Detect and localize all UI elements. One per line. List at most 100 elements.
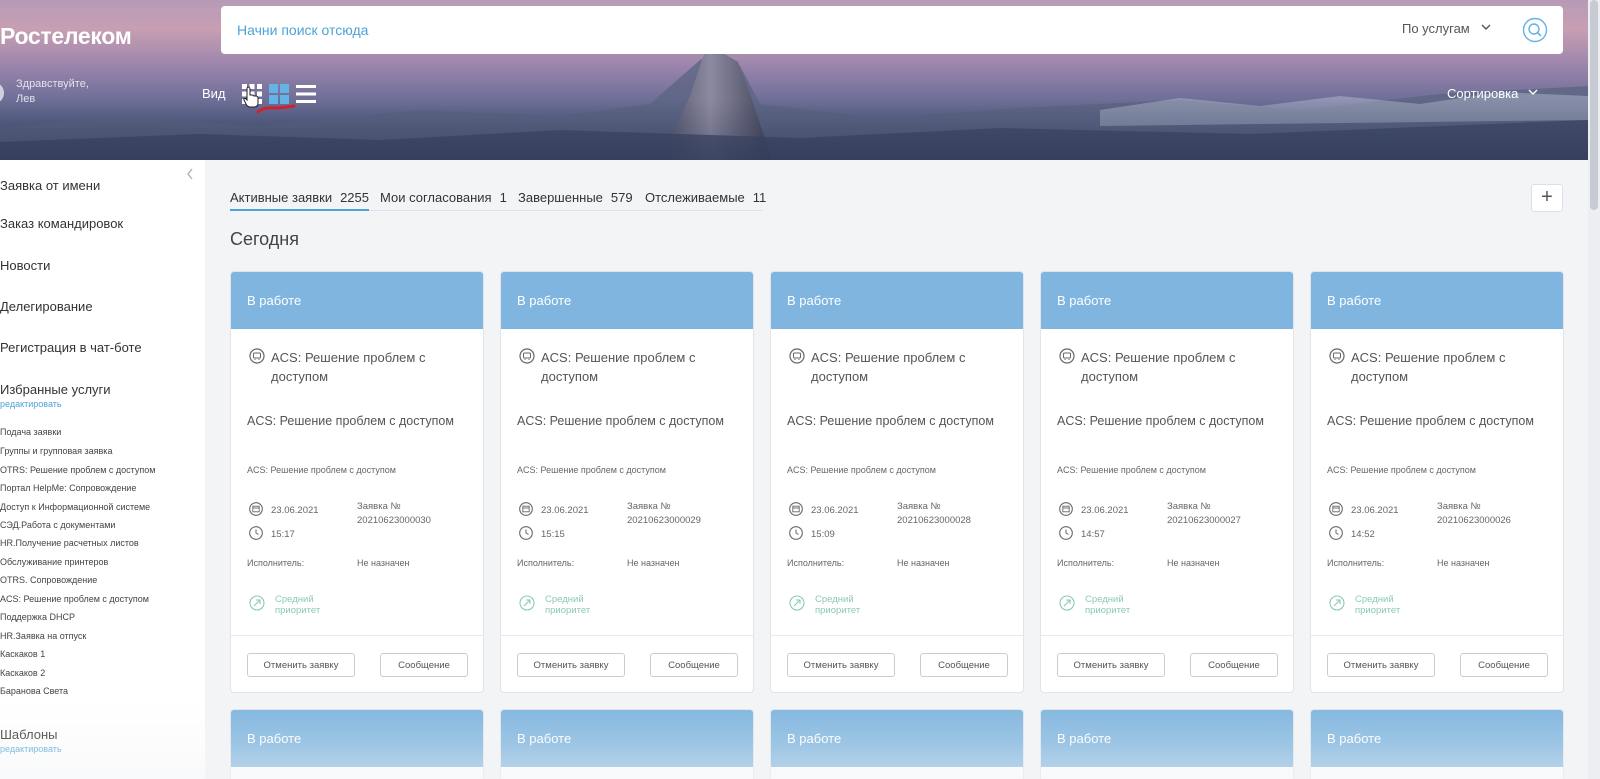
sidebar-item-request-on-behalf[interactable]: Заявка от имени <box>0 178 100 193</box>
sidebar-item-delegation[interactable]: Делегирование <box>0 299 93 314</box>
favorite-item[interactable]: Обслуживание принтеров <box>0 557 108 567</box>
message-button[interactable]: Сообщение <box>920 653 1008 677</box>
favorite-item[interactable]: Каскаков 2 <box>0 668 45 678</box>
card-service-name[interactable]: ACS: Решение проблем с доступом <box>541 348 741 386</box>
request-card[interactable]: В работе <box>230 709 484 779</box>
message-button[interactable]: Сообщение <box>650 653 738 677</box>
search-icon[interactable] <box>1522 17 1548 43</box>
card-status-header: В работе <box>231 272 483 329</box>
sort-button[interactable]: Сортировка <box>1447 86 1518 101</box>
card-status: В работе <box>1327 293 1382 308</box>
request-card[interactable]: В работе <box>770 709 1024 779</box>
card-number: 20210623000030 <box>357 515 431 526</box>
favorite-item[interactable]: HR.Получение расчетных листов <box>0 538 139 548</box>
request-card[interactable]: В работе ACS: Решение проблем с доступом… <box>230 271 484 693</box>
card-request-description: ACS: Решение проблем с доступом <box>1327 465 1476 475</box>
card-executor-label: Исполнитель: <box>1327 558 1385 568</box>
favorite-item[interactable]: Доступ к Информационной системе <box>0 502 150 512</box>
card-priority: Средний приоритет <box>815 594 861 616</box>
calendar-icon <box>249 502 263 516</box>
card-time: 14:57 <box>1081 529 1105 540</box>
favorite-item[interactable]: ACS: Решение проблем с доступом <box>0 594 149 604</box>
card-status-header: В работе <box>1041 272 1293 329</box>
favorite-item[interactable]: Группы и групповая заявка <box>0 446 112 456</box>
logo[interactable]: Ростелеком <box>0 23 132 50</box>
favorite-item[interactable]: Подача заявки <box>0 427 61 437</box>
card-divider <box>1041 635 1293 636</box>
favorite-item[interactable]: Баранова Света <box>0 686 68 696</box>
favorite-item[interactable]: СЭД.Работа с документами <box>0 520 115 530</box>
card-date: 23.06.2021 <box>811 505 859 516</box>
clock-icon <box>1329 526 1343 540</box>
request-card[interactable]: В работе ACS: Решение проблем с доступом… <box>500 271 754 693</box>
card-number: 20210623000026 <box>1437 515 1511 526</box>
cancel-request-button[interactable]: Отменить заявку <box>1057 653 1165 677</box>
chevron-down-icon[interactable] <box>1528 88 1538 96</box>
card-priority: Средний приоритет <box>275 594 321 616</box>
card-service-name[interactable]: ACS: Решение проблем с доступом <box>271 348 471 386</box>
card-time: 15:15 <box>541 529 565 540</box>
card-service-name[interactable]: ACS: Решение проблем с доступом <box>1081 348 1281 386</box>
card-priority: Средний приоритет <box>1085 594 1131 616</box>
grid-large-icon[interactable] <box>268 83 290 105</box>
card-status: В работе <box>1327 731 1382 746</box>
card-time: 15:17 <box>271 529 295 540</box>
tab-count: 1 <box>499 190 507 205</box>
tab-count: 2255 <box>340 190 369 205</box>
sidebar-collapse-icon[interactable] <box>186 168 194 180</box>
card-status: В работе <box>247 293 302 308</box>
add-request-button[interactable]: + <box>1531 184 1563 212</box>
cancel-request-button[interactable]: Отменить заявку <box>787 653 895 677</box>
favorites-edit-link[interactable]: редактировать <box>0 399 62 409</box>
request-card[interactable]: В работе <box>1310 709 1564 779</box>
sidebar-item-news[interactable]: Новости <box>0 258 50 273</box>
favorite-item[interactable]: OTRS: Решение проблем с доступом <box>0 465 155 475</box>
favorite-item[interactable]: HR.Заявка на отпуск <box>0 631 86 641</box>
favorite-item[interactable]: Каскаков 1 <box>0 649 45 659</box>
calendar-icon <box>1329 502 1343 516</box>
card-divider <box>231 635 483 636</box>
tab-my-approvals[interactable]: Мои согласования 1 <box>380 190 507 205</box>
search-filter-select[interactable]: По услугам <box>1402 21 1470 36</box>
templates-edit-link[interactable]: редактировать <box>0 744 62 754</box>
scrollbar-thumb[interactable] <box>1590 0 1598 210</box>
card-number-label: Заявка № <box>1167 501 1211 512</box>
card-request-title: ACS: Решение проблем с доступом <box>787 414 994 428</box>
cancel-request-button[interactable]: Отменить заявку <box>1327 653 1435 677</box>
request-card[interactable]: В работе <box>500 709 754 779</box>
service-icon <box>519 348 535 364</box>
card-service-name[interactable]: ACS: Решение проблем с доступом <box>811 348 1011 386</box>
card-executor: Не назначен <box>897 558 950 568</box>
card-status: В работе <box>1057 293 1112 308</box>
user-greeting: Здравствуйте, Лев <box>16 77 89 107</box>
message-button[interactable]: Сообщение <box>380 653 468 677</box>
message-button[interactable]: Сообщение <box>1460 653 1548 677</box>
priority-icon <box>789 595 805 611</box>
request-card[interactable]: В работе <box>1040 709 1294 779</box>
sidebar-item-chatbot-registration[interactable]: Регистрация в чат-боте <box>0 340 142 355</box>
tab-completed[interactable]: Завершенные 579 <box>518 190 633 205</box>
favorite-item[interactable]: Поддержка DHCP <box>0 612 75 622</box>
favorite-item[interactable]: OTRS. Сопровождение <box>0 575 97 585</box>
card-status: В работе <box>787 731 842 746</box>
card-executor: Не назначен <box>1437 558 1490 568</box>
search-input[interactable] <box>237 18 1337 42</box>
cancel-request-button[interactable]: Отменить заявку <box>247 653 355 677</box>
card-executor: Не назначен <box>357 558 410 568</box>
chevron-down-icon[interactable] <box>1481 23 1491 31</box>
greeting-line: Здравствуйте, <box>16 78 89 90</box>
card-divider <box>771 635 1023 636</box>
sidebar-item-business-trips[interactable]: Заказ командировок <box>0 216 123 231</box>
card-service-name[interactable]: ACS: Решение проблем с доступом <box>1351 348 1551 386</box>
request-card[interactable]: В работе ACS: Решение проблем с доступом… <box>770 271 1024 693</box>
cancel-request-button[interactable]: Отменить заявку <box>517 653 625 677</box>
favorite-item[interactable]: Портал HelpMe: Сопровождение <box>0 483 136 493</box>
service-icon <box>1329 348 1345 364</box>
request-card[interactable]: В работе ACS: Решение проблем с доступом… <box>1040 271 1294 693</box>
request-card[interactable]: В работе ACS: Решение проблем с доступом… <box>1310 271 1564 693</box>
message-button[interactable]: Сообщение <box>1190 653 1278 677</box>
tab-active-requests[interactable]: Активные заявки 2255 <box>230 190 369 205</box>
card-status-header: В работе <box>1311 272 1563 329</box>
tab-tracked[interactable]: Отслеживаемые 11 <box>645 190 766 205</box>
list-icon[interactable] <box>295 83 317 105</box>
